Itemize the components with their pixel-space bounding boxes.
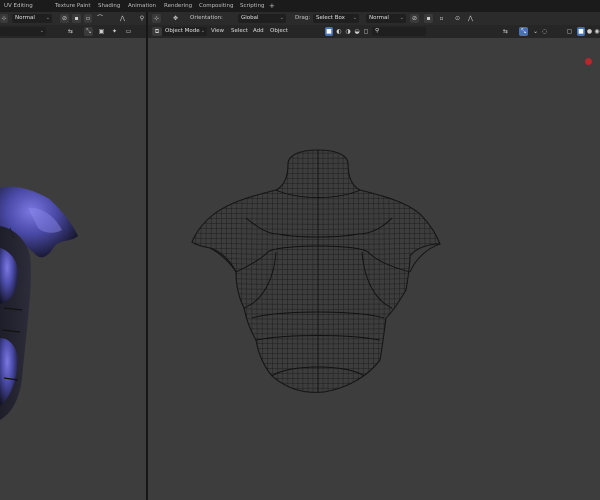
drag-dropdown[interactable]: Select Box ⌄: [313, 14, 359, 23]
left-toolbar-header: ⊹ Normal ⌄ ⊘ ▪ ▫ ⌒ ⋀ ⚲: [0, 12, 146, 25]
mode-dropdown[interactable]: Object Mode ⌄: [162, 27, 207, 36]
tab-compositing[interactable]: Compositing: [199, 2, 233, 11]
shading-icon[interactable]: ▣: [97, 27, 106, 36]
wireframe-shading-icon[interactable]: ◒: [353, 27, 361, 36]
menu-add[interactable]: Add: [253, 27, 264, 36]
pivot-point-dropdown[interactable]: Normal ⌄: [366, 14, 406, 23]
snap-icon[interactable]: ▫: [84, 14, 92, 23]
drag-label: Drag:: [295, 15, 311, 21]
armor-shaded-render: [0, 186, 78, 420]
search-icon[interactable]: ⚲: [138, 14, 146, 23]
falloff-icon[interactable]: ⋀: [118, 14, 127, 23]
main-toolbar-header: ⊹ ✥ Orientation: Global ⌄ Drag: Select B…: [148, 12, 600, 25]
orientation-dropdown[interactable]: Global ⌄: [238, 14, 286, 23]
material-mode-icon[interactable]: ●: [586, 27, 593, 36]
editor-type-icon[interactable]: ⧉: [152, 27, 162, 36]
gizmo-icon[interactable]: ⤡: [84, 27, 93, 36]
menu-object[interactable]: Object: [270, 27, 288, 36]
add-workspace-button[interactable]: +: [269, 2, 275, 11]
drag-dropdown-value: Select Box: [316, 15, 345, 21]
overlay-icon[interactable]: ⇆: [66, 27, 75, 36]
snap-target-icon[interactable]: ▫: [437, 14, 446, 23]
chevron-down-icon: ⌄: [45, 15, 50, 21]
gizmo-toggle-icon[interactable]: ⤡: [519, 27, 528, 36]
tab-uv-editing[interactable]: UV Editing: [4, 2, 33, 11]
tab-scripting[interactable]: Scripting: [240, 2, 264, 11]
menu-select[interactable]: Select: [231, 27, 248, 36]
snap-toggle-icon[interactable]: ▪: [424, 14, 433, 23]
tab-rendering[interactable]: Rendering: [164, 2, 192, 11]
main-viewport[interactable]: [148, 38, 600, 500]
menu-view[interactable]: View: [211, 27, 224, 36]
tab-animation[interactable]: Animation: [128, 2, 156, 11]
proportional-edit-icon[interactable]: ⊙: [453, 14, 462, 23]
overlay-icon[interactable]: ◻: [362, 27, 370, 36]
material-shading-icon[interactable]: ◐: [335, 27, 343, 36]
link-icon[interactable]: ⊘: [60, 14, 69, 23]
chevron-down-icon: ⌄: [399, 15, 404, 21]
pivot-point-dropdown-value: Normal: [369, 15, 389, 21]
tab-texture-paint[interactable]: Texture Paint: [55, 2, 91, 11]
xray-icon[interactable]: ▢: [565, 27, 574, 36]
chevron-down-icon: ⌄: [39, 28, 44, 34]
torso-wireframe-mesh: [148, 38, 600, 500]
left-shading-dropdown-value: Normal: [15, 15, 35, 21]
transform-pivot-icon[interactable]: ⊹: [152, 14, 161, 23]
viewport-search-field[interactable]: ⚲: [372, 27, 426, 36]
solid-mode-icon[interactable]: ■: [577, 27, 585, 36]
mode-dropdown-value: Object Mode: [165, 28, 200, 34]
solid-shading-icon[interactable]: ■: [325, 27, 333, 36]
record-indicator-icon: [585, 58, 592, 65]
left-viewport[interactable]: [0, 38, 146, 500]
left-image-field[interactable]: ⌄: [0, 27, 46, 36]
arrow-icon[interactable]: ⌒: [96, 14, 104, 23]
display-icon[interactable]: ▭: [124, 27, 133, 36]
workspace-tab-bar: UV Editing Texture Paint Shading Animati…: [0, 0, 600, 12]
chevron-down-icon: ⌄: [352, 15, 357, 21]
left-menu-header: ⌄ ⇆ ⤡ ▣ ✦ ▭: [0, 25, 146, 38]
link-icon[interactable]: ⊘: [410, 14, 419, 23]
chevron-down-icon[interactable]: ⌄: [531, 27, 540, 36]
left-shading-dropdown[interactable]: Normal ⌄: [12, 14, 52, 23]
pivot-icon[interactable]: ⊹: [0, 14, 8, 23]
rendered-shading-icon[interactable]: ◑: [344, 27, 352, 36]
overlays-icon[interactable]: ◌: [540, 27, 549, 36]
falloff-icon[interactable]: ⋀: [466, 14, 475, 23]
main-menu-header: ⧉ Object Mode ⌄ View Select Add Object ■…: [148, 25, 600, 38]
proportional-icon[interactable]: ▪: [72, 14, 81, 23]
visibility-icon[interactable]: ⇆: [501, 27, 510, 36]
chevron-down-icon: ⌄: [200, 28, 205, 34]
pin-icon[interactable]: ✦: [110, 27, 119, 36]
search-icon: ⚲: [375, 28, 380, 34]
rendered-mode-icon[interactable]: ◉: [594, 27, 600, 36]
orientation-dropdown-value: Global: [241, 15, 259, 21]
chevron-down-icon: ⌄: [279, 15, 284, 21]
tab-shading[interactable]: Shading: [98, 2, 120, 11]
transform-gizmo-icon[interactable]: ✥: [170, 14, 181, 23]
orientation-label: Orientation:: [190, 15, 223, 21]
